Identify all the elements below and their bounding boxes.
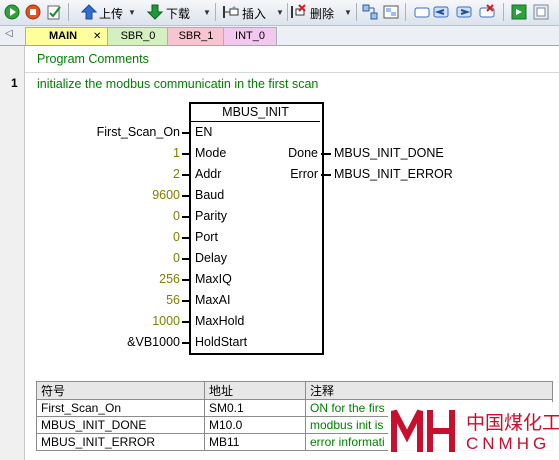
stop-icon[interactable] bbox=[25, 4, 41, 20]
watermark-logo-icon bbox=[391, 409, 455, 452]
input-operand[interactable]: 1 bbox=[173, 146, 180, 160]
delete-icon[interactable] bbox=[290, 4, 308, 20]
insert-icon[interactable]: + bbox=[222, 4, 240, 20]
tab-label: INT_0 bbox=[235, 30, 265, 42]
insert-button[interactable]: 插入 bbox=[242, 5, 266, 22]
toolbar: 上传 ▼ 下载 ▼ + 插入 ▼ 删除 ▼ bbox=[0, 0, 559, 26]
download-arrow-icon[interactable] bbox=[147, 4, 163, 20]
input-pin-name: Port bbox=[195, 230, 218, 244]
input-wire bbox=[182, 342, 189, 344]
download-dropdown-icon[interactable]: ▼ bbox=[203, 8, 211, 17]
output-wire bbox=[321, 174, 331, 176]
network-view-icon[interactable] bbox=[383, 4, 399, 20]
symbol-cell[interactable]: First_Scan_On bbox=[36, 399, 205, 417]
input-pin-name: Baud bbox=[195, 188, 225, 202]
input-pin-name: Mode bbox=[195, 146, 227, 160]
bookmark-icon[interactable] bbox=[414, 4, 430, 20]
help-icon[interactable] bbox=[533, 4, 549, 20]
program-comments[interactable]: Program Comments bbox=[37, 52, 149, 66]
input-operand[interactable]: 256 bbox=[159, 272, 180, 286]
tab-int-0[interactable]: INT_0 bbox=[223, 27, 277, 45]
input-operand[interactable]: 1000 bbox=[152, 314, 180, 328]
input-operand[interactable]: 2 bbox=[173, 167, 180, 181]
tab-label: MAIN bbox=[49, 30, 78, 42]
input-pin-name: Addr bbox=[195, 167, 222, 181]
input-wire bbox=[182, 279, 189, 281]
input-operand[interactable]: 9600 bbox=[152, 188, 180, 202]
input-pin-name: HoldStart bbox=[195, 335, 248, 349]
line-gutter bbox=[0, 46, 25, 460]
upload-dropdown-icon[interactable]: ▼ bbox=[128, 8, 136, 17]
input-pin-name: EN bbox=[195, 125, 213, 139]
input-operand[interactable]: 0 bbox=[173, 230, 180, 244]
tab-strip: ◁ MAIN ✕ SBR_0 SBR_1 INT_0 bbox=[0, 26, 559, 46]
input-operand[interactable]: &VB1000 bbox=[127, 335, 180, 349]
symbol-cell[interactable]: MBUS_INIT_ERROR bbox=[36, 433, 205, 451]
run-icon[interactable] bbox=[4, 4, 20, 20]
column-header-symbol[interactable]: 符号 bbox=[36, 381, 205, 400]
block-title: MBUS_INIT bbox=[222, 105, 289, 119]
exit-icon[interactable] bbox=[511, 4, 527, 20]
address-cell[interactable]: MB11 bbox=[204, 433, 306, 451]
input-pin-name: Parity bbox=[195, 209, 227, 223]
compile-icon[interactable] bbox=[46, 4, 62, 20]
input-operand[interactable]: 0 bbox=[173, 209, 180, 223]
input-wire bbox=[182, 237, 189, 239]
tab-main[interactable]: MAIN ✕ bbox=[25, 27, 109, 45]
tab-label: SBR_0 bbox=[120, 30, 156, 42]
input-pin-name: MaxHold bbox=[195, 314, 245, 328]
symbol-cell[interactable]: MBUS_INIT_DONE bbox=[36, 416, 205, 434]
next-bookmark-icon[interactable] bbox=[433, 4, 449, 20]
column-header-address[interactable]: 地址 bbox=[204, 381, 306, 400]
input-wire bbox=[182, 258, 189, 260]
input-operand[interactable]: 56 bbox=[166, 293, 180, 307]
upload-button[interactable]: 上传 bbox=[99, 5, 123, 22]
table-header: 符号 地址 注释 bbox=[36, 381, 553, 400]
watermark-cn: 中国煤化工 bbox=[466, 412, 559, 434]
address-cell[interactable]: SM0.1 bbox=[204, 399, 306, 417]
input-pin-name: MaxAI bbox=[195, 293, 231, 307]
input-pin-name: Delay bbox=[195, 251, 227, 265]
watermark-en: CNMHG bbox=[466, 434, 551, 453]
watermark: 中国煤化工 CNMHG bbox=[388, 402, 559, 460]
insert-dropdown-icon[interactable]: ▼ bbox=[276, 8, 284, 17]
output-pin-name: Done bbox=[288, 146, 318, 160]
tab-scroll-left-icon[interactable]: ◁ bbox=[5, 28, 13, 39]
input-wire bbox=[182, 174, 189, 176]
prev-bookmark-icon[interactable] bbox=[456, 4, 472, 20]
output-pin-name: Error bbox=[290, 167, 318, 181]
upload-arrow-icon[interactable] bbox=[81, 4, 97, 20]
output-operand[interactable]: MBUS_INIT_ERROR bbox=[334, 167, 453, 181]
output-wire bbox=[321, 153, 331, 155]
delete-dropdown-icon[interactable]: ▼ bbox=[344, 8, 352, 17]
network-number: 1 bbox=[11, 76, 18, 90]
tab-sbr-0[interactable]: SBR_0 bbox=[107, 27, 169, 45]
input-wire bbox=[182, 153, 189, 155]
input-wire bbox=[182, 300, 189, 302]
input-wire bbox=[182, 132, 189, 134]
svg-text:+: + bbox=[232, 5, 236, 12]
input-wire bbox=[182, 321, 189, 323]
address-cell[interactable]: M10.0 bbox=[204, 416, 306, 434]
input-operand[interactable]: 0 bbox=[173, 251, 180, 265]
column-header-comment[interactable]: 注释 bbox=[305, 381, 553, 400]
input-operand[interactable]: First_Scan_On bbox=[97, 125, 180, 139]
input-wire bbox=[182, 195, 189, 197]
download-button[interactable]: 下载 bbox=[166, 5, 190, 22]
delete-button[interactable]: 删除 bbox=[310, 5, 334, 22]
tab-sbr-1[interactable]: SBR_1 bbox=[167, 27, 225, 45]
tab-close-icon[interactable]: ✕ bbox=[93, 28, 101, 45]
input-pin-name: MaxIQ bbox=[195, 272, 232, 286]
clear-bookmarks-icon[interactable] bbox=[479, 4, 495, 20]
tab-label: SBR_1 bbox=[178, 30, 214, 42]
output-operand[interactable]: MBUS_INIT_DONE bbox=[334, 146, 444, 160]
input-wire bbox=[182, 216, 189, 218]
network-comment[interactable]: initialize the modbus communicatin in th… bbox=[37, 77, 318, 91]
network-icon[interactable] bbox=[362, 4, 378, 20]
